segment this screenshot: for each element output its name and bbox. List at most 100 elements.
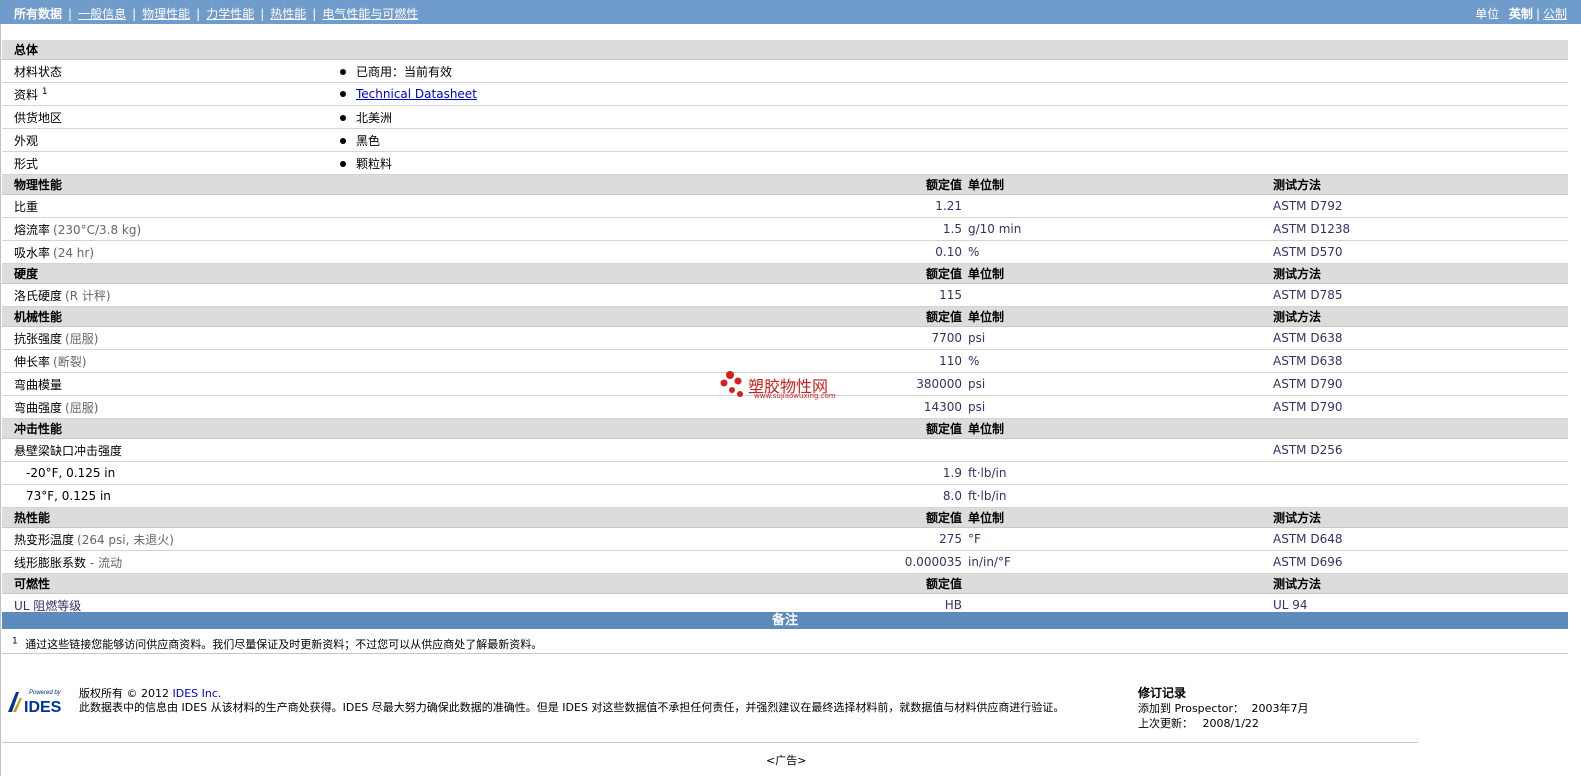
ides-logo[interactable]: Powered by IDES [8, 688, 70, 716]
property-value: 1.9 [897, 461, 968, 485]
unit-imperial-selected[interactable]: 英制 [1509, 7, 1533, 21]
col-header-method: 测试方法 [1273, 306, 1568, 327]
property-label: 材料状态 [2, 59, 332, 83]
property-label: 资料 [14, 87, 39, 102]
property-label: 熔流率 [14, 222, 51, 237]
test-method: ASTM D790 [1273, 395, 1568, 419]
property-unit: ft·lb/in [968, 461, 1273, 485]
revision-history: 修订记录 添加到 Prospector： 2003年7月 上次更新： 2008/… [1138, 686, 1309, 731]
property-condition: (264 psi, 未退火) [77, 532, 174, 547]
top-nav-bar: 所有数据 | 一般信息 | 物理性能 | 力学性能 | 热性能 | 电气性能与可燃性 单位 英制 | 公… [0, 0, 1581, 24]
watermark: 塑胶物性网 www.sujiaowuxing.com [718, 370, 836, 405]
property-label: 抗张强度 [14, 331, 63, 346]
tab-thermal[interactable]: 热性能 [270, 7, 306, 21]
col-header-unit: 单位制 [968, 418, 1273, 439]
property-label: 外观 [2, 128, 332, 152]
property-value: 8.0 [897, 484, 968, 508]
table-row: 吸水率 (24 hr) 0.10 % ASTM D570 [2, 240, 1568, 264]
test-method: ASTM D785 [1273, 283, 1568, 307]
tab-electrical-flammability[interactable]: 电气性能与可燃性 [322, 7, 418, 21]
copyright-text: 版权所有 © 2012 [79, 687, 169, 700]
property-value: 已商用：当前有效 [356, 64, 453, 79]
property-unit [968, 283, 1273, 307]
watermark-dots-icon [720, 371, 743, 397]
table-row: 73°F, 0.125 in 8.0 ft·lb/in [2, 484, 1568, 508]
property-label: 热变形温度 [14, 532, 75, 547]
footnote-marker: 1 [12, 636, 18, 647]
property-unit [968, 194, 1273, 218]
col-header-method: 测试方法 [1273, 263, 1568, 284]
ad-label[interactable]: <广告> [766, 752, 806, 768]
property-value: 0.000035 [897, 550, 968, 574]
property-condition: - 流动 [90, 555, 123, 570]
property-value: 北美洲 [356, 110, 393, 125]
test-method: ASTM D790 [1273, 372, 1568, 396]
property-label: 形式 [2, 151, 332, 175]
divider [2, 653, 1568, 654]
property-condition: -20°F, 0.125 in [2, 461, 332, 485]
tab-all-data[interactable]: 所有数据 [14, 7, 62, 21]
table-row: 供货地区 北美洲 [2, 105, 1568, 129]
test-method: ASTM D648 [1273, 527, 1568, 551]
section-header-impact: 冲击性能 额定值 单位制 [2, 418, 1568, 439]
property-value: 7700 [897, 326, 968, 350]
remarks-note: 1 通过这些链接您能够访问供应商资料。我们尽量保证及时更新资料；不过您可以从供应… [12, 636, 542, 652]
col-header-nominal: 额定值 [897, 174, 968, 195]
col-header-nominal: 额定值 [897, 418, 968, 439]
table-row: 外观 黑色 [2, 128, 1568, 152]
technical-datasheet-link[interactable]: Technical Datasheet [356, 87, 477, 101]
table-row: 抗张强度 (屈服) 7700 psi ASTM D638 [2, 326, 1568, 350]
property-value: 0.10 [897, 240, 968, 264]
property-unit: psi [968, 326, 1273, 350]
test-method: ASTM D256 [1273, 438, 1568, 462]
col-header-unit: 单位制 [968, 507, 1273, 528]
logo-powered-by: Powered by [29, 690, 62, 696]
property-label: 弯曲强度 [14, 400, 63, 415]
property-condition: 73°F, 0.125 in [2, 484, 332, 508]
tab-general-info[interactable]: 一般信息 [78, 7, 126, 21]
ides-company-link[interactable]: IDES Inc. [173, 687, 222, 700]
property-label: 洛氏硬度 [14, 288, 63, 303]
tab-list: 所有数据 | 一般信息 | 物理性能 | 力学性能 | 热性能 | 电气性能与可燃性 [14, 7, 419, 21]
bullet-icon [340, 114, 346, 121]
section-header-hardness: 硬度 额定值 单位制 测试方法 [2, 263, 1568, 284]
updated-value: 2008/1/22 [1202, 717, 1259, 730]
section-header-thermal: 热性能 额定值 单位制 测试方法 [2, 507, 1568, 528]
tab-physical[interactable]: 物理性能 [142, 7, 190, 21]
table-row: 热变形温度 (264 psi, 未退火) 275 °F ASTM D648 [2, 527, 1568, 551]
test-method: ASTM D638 [1273, 326, 1568, 350]
property-value: 颗粒料 [356, 156, 393, 171]
property-value: 380000 [897, 372, 968, 396]
table-row: 线形膨胀系数 - 流动 0.000035 in/in/°F ASTM D696 [2, 550, 1568, 574]
property-condition: (断裂) [53, 354, 87, 369]
bullet-icon [340, 68, 346, 75]
section-header-flammability: 可燃性 额定值 测试方法 [2, 573, 1568, 594]
remarks-text: 通过这些链接您能够访问供应商资料。我们尽量保证及时更新资料；不过您可以从供应商处… [25, 638, 543, 651]
property-label: 弯曲模量 [2, 372, 332, 396]
tab-mechanical[interactable]: 力学性能 [206, 7, 254, 21]
table-row: -20°F, 0.125 in 1.9 ft·lb/in [2, 461, 1568, 485]
table-row: 洛氏硬度 (R 计秤) 115 ASTM D785 [2, 283, 1568, 307]
property-unit: % [968, 349, 1273, 373]
table-row: 资料 1 Technical Datasheet [2, 82, 1568, 106]
unit-metric-link[interactable]: 公制 [1543, 7, 1567, 21]
table-row: 熔流率 (230°C/3.8 kg) 1.5 g/10 min ASTM D123… [2, 217, 1568, 241]
property-unit: g/10 min [968, 217, 1273, 241]
test-method: ASTM D570 [1273, 240, 1568, 264]
col-header-method: 测试方法 [1273, 573, 1568, 594]
test-method: ASTM D696 [1273, 550, 1568, 574]
col-header-unit: 单位制 [968, 306, 1273, 327]
col-header-nominal: 额定值 [897, 263, 968, 284]
property-label: 吸水率 [14, 245, 51, 260]
test-method: ASTM D1238 [1273, 217, 1568, 241]
property-value: 黑色 [356, 133, 381, 148]
footer-copyright: 版权所有 © 2012 IDES Inc. 此数据表中的信息由 IDES 从该材… [79, 687, 1064, 715]
table-row: 伸长率 (断裂) 110 % ASTM D638 [2, 349, 1568, 373]
table-row: 悬壁梁缺口冲击强度 ASTM D256 [2, 438, 1568, 462]
property-condition: (屈服) [65, 400, 99, 415]
property-unit: psi [968, 395, 1273, 419]
footnote-marker: 1 [41, 86, 48, 97]
property-unit: ft·lb/in [968, 484, 1273, 508]
table-row: 材料状态 已商用：当前有效 [2, 59, 1568, 83]
table-row: 形式 颗粒料 [2, 151, 1568, 175]
